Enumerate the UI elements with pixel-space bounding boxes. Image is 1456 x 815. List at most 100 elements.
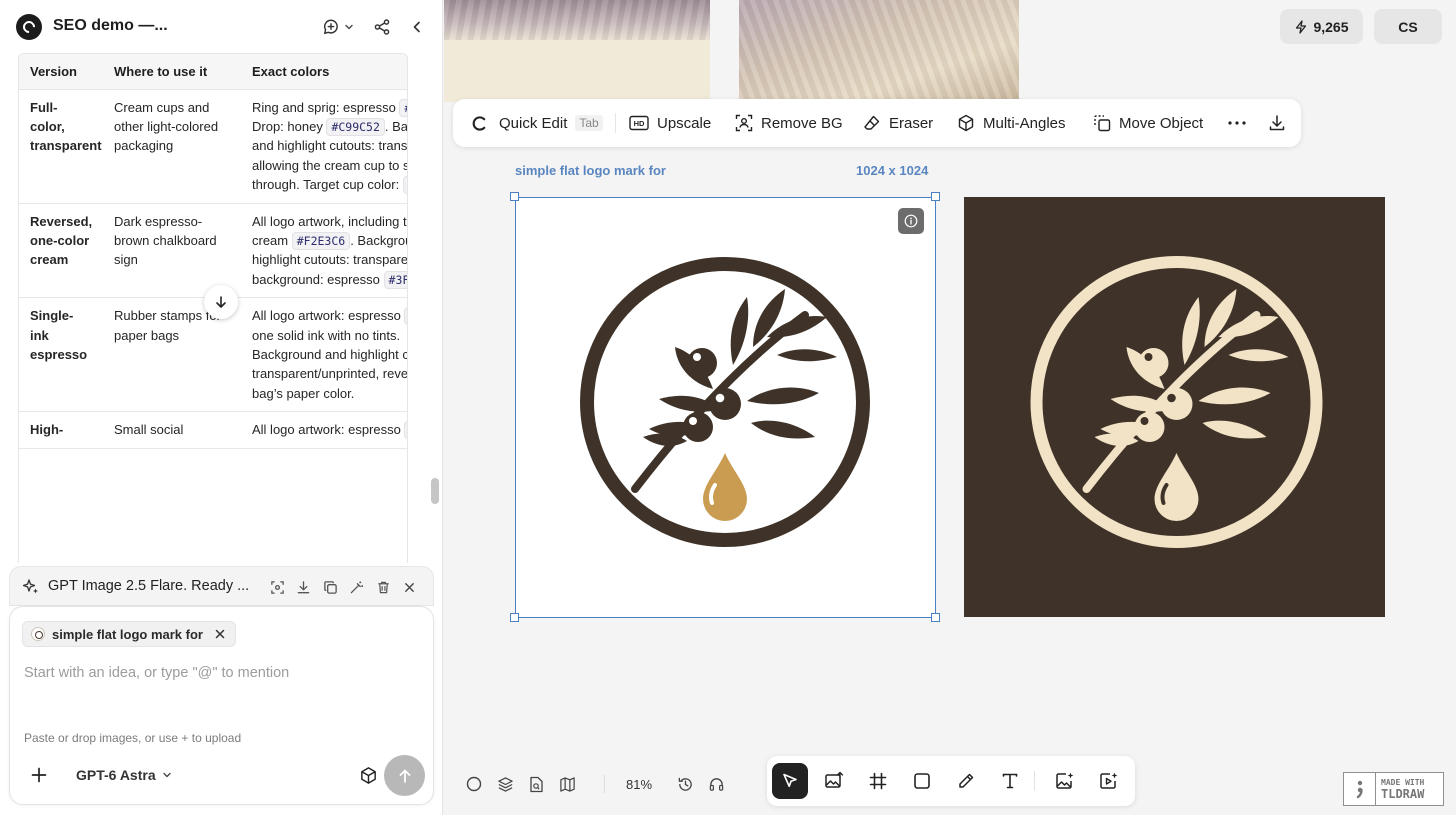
headset-icon[interactable] bbox=[706, 774, 726, 794]
colors-text: All logo artwork: espresso bbox=[252, 422, 405, 438]
select-tool[interactable] bbox=[772, 763, 808, 799]
color-code-chip: #F2E3C6 bbox=[402, 176, 407, 195]
version-cell: Full-color, transparent bbox=[19, 89, 103, 204]
colors-cell: Ring and sprig: espresso #3F3329. Drop: … bbox=[241, 89, 407, 204]
app-logo-icon[interactable] bbox=[16, 14, 42, 40]
prompt-composer: simple flat logo mark for Paste or drop … bbox=[9, 606, 434, 805]
resize-handle-top-right[interactable] bbox=[931, 192, 940, 201]
remove-bg-button[interactable]: Remove BG bbox=[735, 99, 843, 147]
color-code-chip: #C99C52 bbox=[326, 117, 385, 136]
copy-icon[interactable] bbox=[320, 577, 340, 597]
focus-icon[interactable] bbox=[267, 577, 287, 597]
scroll-down-button[interactable] bbox=[204, 285, 238, 319]
multi-angles-button[interactable]: Multi-Angles bbox=[957, 99, 1066, 147]
history-icon[interactable] bbox=[675, 774, 695, 794]
multi-angles-icon bbox=[958, 114, 974, 132]
model-selector[interactable]: GPT-6 Astra bbox=[76, 767, 172, 783]
column-header: Version bbox=[19, 54, 103, 90]
quick-edit-icon bbox=[472, 115, 486, 131]
panel-scrollbar[interactable] bbox=[431, 478, 439, 504]
zoom-level[interactable]: 81% bbox=[617, 777, 661, 792]
cube-icon bbox=[360, 766, 376, 784]
shortcut-hint: Tab bbox=[575, 115, 603, 131]
trash-icon[interactable] bbox=[373, 577, 393, 597]
credits-badge[interactable]: 9,265 bbox=[1280, 9, 1363, 44]
selection-frame bbox=[515, 197, 936, 618]
eraser-button[interactable]: Eraser bbox=[863, 99, 933, 147]
prompt-input[interactable] bbox=[24, 665, 419, 681]
share-icon[interactable] bbox=[371, 16, 393, 38]
thumbnail-icon bbox=[31, 627, 45, 641]
canvas[interactable]: 9,265 CS Quick Edit Tab HD Upscale Remov… bbox=[444, 0, 1456, 815]
avatar[interactable]: CS bbox=[1374, 9, 1442, 44]
send-button[interactable] bbox=[384, 755, 425, 796]
logo-image-reversed[interactable] bbox=[964, 197, 1385, 617]
more-button[interactable] bbox=[1227, 99, 1247, 147]
table-header-row: Version Where to use it Exact colors bbox=[19, 54, 407, 90]
frame-tool-icon bbox=[869, 772, 887, 790]
usage-cell: Dark espresso-brown chalkboard sign bbox=[103, 203, 241, 299]
remove-mention-icon[interactable] bbox=[215, 629, 225, 639]
colors-cell: All logo artwork: espresso #3F3329 bbox=[241, 411, 407, 449]
multi-angles-label: Multi-Angles bbox=[983, 114, 1066, 132]
usage-cell: Small social bbox=[103, 411, 241, 449]
version-cell: Single-ink espresso bbox=[19, 297, 103, 413]
eraser-label: Eraser bbox=[889, 114, 934, 132]
add-attachment-button[interactable] bbox=[28, 764, 50, 786]
generation-status-bar: GPT Image 2.5 Flare. Ready ... bbox=[9, 566, 434, 606]
generation-title: GPT Image 2.5 Flare. Ready ... bbox=[48, 578, 250, 594]
table-row: High- Small social All logo artwork: espre… bbox=[19, 411, 407, 449]
document-search-icon[interactable] bbox=[526, 774, 546, 794]
mention-label: simple flat logo mark for bbox=[52, 626, 203, 642]
rectangle-tool[interactable] bbox=[904, 763, 940, 799]
download-icon[interactable] bbox=[293, 577, 313, 597]
move-object-button[interactable]: Move Object bbox=[1093, 99, 1203, 147]
rectangle-tool-icon bbox=[914, 773, 930, 789]
circle-icon[interactable] bbox=[464, 774, 484, 794]
remove-bg-label: Remove BG bbox=[761, 114, 843, 132]
layers-icon[interactable] bbox=[495, 774, 515, 794]
download-button[interactable] bbox=[1268, 99, 1286, 147]
table-row: Full-color, transparent Cream cups and ot… bbox=[19, 89, 407, 204]
resize-handle-top-left[interactable] bbox=[510, 192, 519, 201]
ai-image-tool[interactable] bbox=[1047, 763, 1083, 799]
colors-cell: All logo artwork: espresso #3F3329, one … bbox=[241, 297, 407, 413]
watermark-line2: TLDRAW bbox=[1381, 786, 1425, 801]
image-upload-tool[interactable] bbox=[816, 763, 852, 799]
collapse-left-icon[interactable] bbox=[406, 16, 428, 38]
image-info-button[interactable] bbox=[898, 208, 924, 234]
canvas-photo-cup[interactable] bbox=[739, 0, 1019, 100]
made-with-tldraw-badge[interactable]: MADE WITH TLDRAW bbox=[1343, 772, 1444, 806]
canvas-controls: 81% bbox=[464, 770, 737, 798]
sparkle-icon bbox=[22, 579, 38, 594]
chevron-down-icon[interactable] bbox=[342, 16, 356, 38]
text-tool[interactable] bbox=[992, 763, 1028, 799]
3d-model-button[interactable] bbox=[357, 764, 379, 786]
select-tool-icon bbox=[783, 773, 797, 788]
pencil-tool[interactable] bbox=[948, 763, 984, 799]
close-icon[interactable] bbox=[399, 577, 419, 597]
watermark-line1: MADE WITH bbox=[1381, 777, 1425, 787]
project-title[interactable]: SEO demo —... bbox=[53, 17, 168, 35]
chat-panel: SEO demo —... Version Where to use it Ex… bbox=[0, 0, 443, 815]
magic-wand-icon[interactable] bbox=[346, 577, 366, 597]
quick-edit-button[interactable]: Quick Edit Tab bbox=[471, 99, 603, 147]
more-icon bbox=[1228, 121, 1246, 125]
ai-video-tool[interactable] bbox=[1091, 763, 1127, 799]
canvas-photo-sweater[interactable] bbox=[444, 0, 710, 40]
chevron-down-icon bbox=[162, 772, 171, 778]
map-icon[interactable] bbox=[557, 774, 577, 794]
frame-tool[interactable] bbox=[860, 763, 896, 799]
svg-text:HD: HD bbox=[634, 119, 645, 128]
hd-icon: HD bbox=[629, 115, 649, 131]
credits-count: 9,265 bbox=[1313, 18, 1349, 35]
mention-chip[interactable]: simple flat logo mark for bbox=[22, 621, 236, 647]
controls-divider bbox=[604, 775, 605, 793]
upscale-button[interactable]: HD Upscale bbox=[629, 99, 711, 147]
resize-handle-bottom-right[interactable] bbox=[931, 613, 940, 622]
ai-image-icon bbox=[1056, 772, 1074, 789]
remove-bg-icon bbox=[735, 114, 753, 132]
column-header: Where to use it bbox=[103, 54, 241, 90]
chat-add-icon[interactable] bbox=[320, 16, 342, 38]
resize-handle-bottom-left[interactable] bbox=[510, 613, 519, 622]
